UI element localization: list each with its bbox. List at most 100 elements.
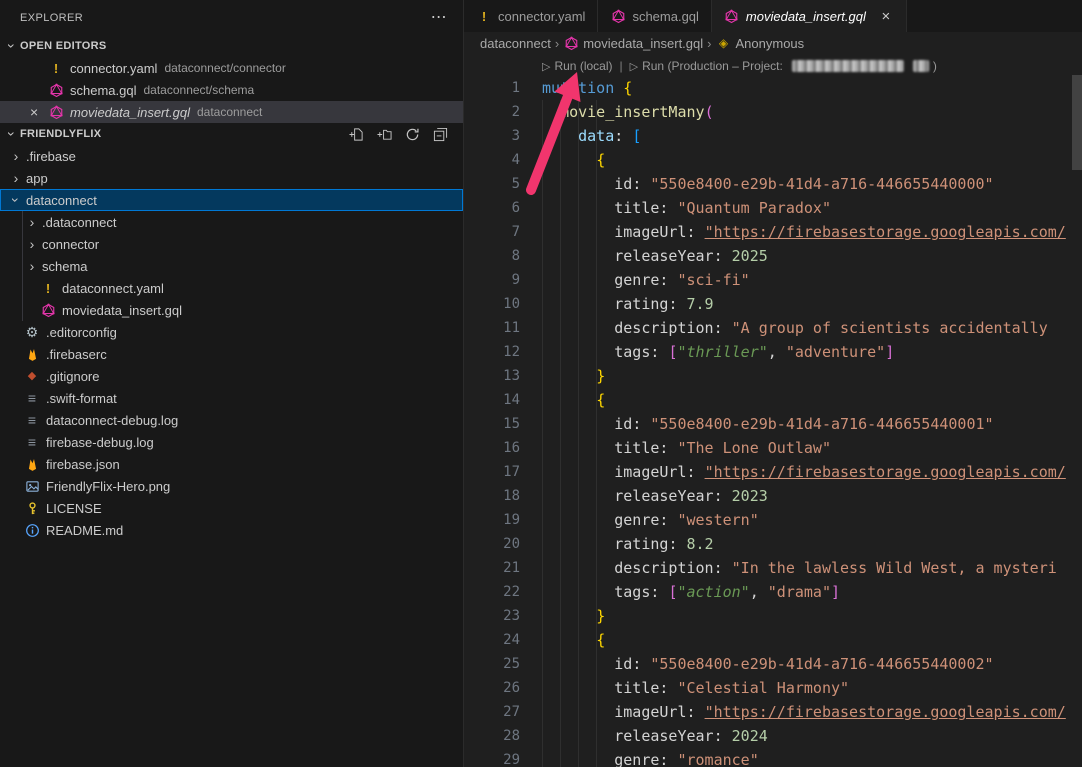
line-number[interactable]: 18 [464, 484, 520, 508]
vscode-window: EXPLORER ⋯ › OPEN EDITORS !connector.yam… [0, 0, 1082, 767]
line-number[interactable]: 21 [464, 556, 520, 580]
line-number[interactable]: 14 [464, 388, 520, 412]
line-number[interactable]: 7 [464, 220, 520, 244]
line-number[interactable]: 5 [464, 172, 520, 196]
tab-connector.yaml[interactable]: !connector.yaml [464, 0, 598, 32]
open-editor-connector.yaml[interactable]: !connector.yamldataconnect/connector [0, 57, 463, 79]
tree-item-moviedata_insert.gql[interactable]: moviedata_insert.gql [0, 299, 463, 321]
code-line-25[interactable]: 25 id: "550e8400-e29b-41d4-a716-44665544… [464, 652, 1082, 676]
code-line-26[interactable]: 26 title: "Celestial Harmony" [464, 676, 1082, 700]
tree-item-README.md[interactable]: README.md [0, 519, 463, 541]
breadcrumb-item-moviedata_insert.gql[interactable]: moviedata_insert.gql [563, 35, 703, 51]
line-number[interactable]: 2 [464, 100, 520, 124]
code-line-8[interactable]: 8 releaseYear: 2025 [464, 244, 1082, 268]
line-number[interactable]: 29 [464, 748, 520, 767]
code-line-7[interactable]: 7 imageUrl: "https://firebasestorage.goo… [464, 220, 1082, 244]
code-line-10[interactable]: 10 rating: 7.9 [464, 292, 1082, 316]
open-editor-schema.gql[interactable]: schema.gqldataconnect/schema [0, 79, 463, 101]
code-line-2[interactable]: 2 movie_insertMany( [464, 100, 1082, 124]
close-editor-icon[interactable]: × [30, 105, 48, 119]
code-line-9[interactable]: 9 genre: "sci-fi" [464, 268, 1082, 292]
tree-item-dataconnect.yaml[interactable]: !dataconnect.yaml [0, 277, 463, 299]
tree-item-dataconnect-debug.log[interactable]: ≡dataconnect-debug.log [0, 409, 463, 431]
code-line-17[interactable]: 17 imageUrl: "https://firebasestorage.go… [464, 460, 1082, 484]
breadcrumb-item-dataconnect[interactable]: dataconnect [480, 36, 551, 51]
breadcrumb-item-Anonymous[interactable]: ◈Anonymous [716, 35, 805, 51]
tree-item-FriendlyFlix-Hero.png[interactable]: FriendlyFlix-Hero.png [0, 475, 463, 497]
line-number[interactable]: 28 [464, 724, 520, 748]
line-number[interactable]: 10 [464, 292, 520, 316]
code-line-19[interactable]: 19 genre: "western" [464, 508, 1082, 532]
line-number[interactable]: 13 [464, 364, 520, 388]
tree-item-.swift-format[interactable]: ≡.swift-format [0, 387, 463, 409]
code-line-15[interactable]: 15 id: "550e8400-e29b-41d4-a716-44665544… [464, 412, 1082, 436]
chevron-down-icon: › [9, 192, 23, 208]
code-line-22[interactable]: 22 tags: ["action", "drama"] [464, 580, 1082, 604]
line-number[interactable]: 3 [464, 124, 520, 148]
tree-item-.gitignore[interactable]: ◆.gitignore [0, 365, 463, 387]
line-number[interactable]: 16 [464, 436, 520, 460]
code-line-14[interactable]: 14 { [464, 388, 1082, 412]
code-line-18[interactable]: 18 releaseYear: 2023 [464, 484, 1082, 508]
tree-item-.firebaserc[interactable]: .firebaserc [0, 343, 463, 365]
tree-item-firebase.json[interactable]: firebase.json [0, 453, 463, 475]
code-line-29[interactable]: 29 genre: "romance" [464, 748, 1082, 767]
open-editor-moviedata_insert.gql[interactable]: ×moviedata_insert.gqldataconnect [0, 101, 463, 123]
tree-item-.dataconnect[interactable]: ›.dataconnect [0, 211, 463, 233]
code-line-21[interactable]: 21 description: "In the lawless Wild Wes… [464, 556, 1082, 580]
code-line-16[interactable]: 16 title: "The Lone Outlaw" [464, 436, 1082, 460]
line-number[interactable]: 22 [464, 580, 520, 604]
line-number[interactable]: 15 [464, 412, 520, 436]
line-number[interactable]: 27 [464, 700, 520, 724]
line-number[interactable]: 8 [464, 244, 520, 268]
line-number[interactable]: 6 [464, 196, 520, 220]
code-line-4[interactable]: 4 { [464, 148, 1082, 172]
line-number[interactable]: 1 [464, 76, 520, 100]
open-editors-header[interactable]: › OPEN EDITORS [0, 35, 463, 57]
more-actions-icon[interactable]: ⋯ [431, 10, 447, 26]
line-number[interactable]: 26 [464, 676, 520, 700]
tree-item-schema[interactable]: ›schema [0, 255, 463, 277]
line-number[interactable]: 20 [464, 532, 520, 556]
tree-item-firebase-debug.log[interactable]: ≡firebase-debug.log [0, 431, 463, 453]
line-number[interactable]: 9 [464, 268, 520, 292]
code-line-28[interactable]: 28 releaseYear: 2024 [464, 724, 1082, 748]
code-line-5[interactable]: 5 id: "550e8400-e29b-41d4-a716-446655440… [464, 172, 1082, 196]
tree-item-LICENSE[interactable]: LICENSE [0, 497, 463, 519]
line-number[interactable]: 12 [464, 340, 520, 364]
tab-moviedata_insert.gql[interactable]: moviedata_insert.gql× [712, 0, 907, 32]
code-line-1[interactable]: 1mutation { [464, 76, 1082, 100]
collapse-all-button[interactable] [431, 125, 449, 143]
workspace-header[interactable]: › FRIENDLYFLIX [0, 123, 463, 145]
code-line-12[interactable]: 12 tags: ["thriller", "adventure"] [464, 340, 1082, 364]
refresh-button[interactable] [403, 125, 421, 143]
line-number[interactable]: 4 [464, 148, 520, 172]
line-number[interactable]: 25 [464, 652, 520, 676]
new-file-button[interactable] [347, 125, 365, 143]
tree-item-dataconnect[interactable]: ›dataconnect [0, 189, 463, 211]
code-line-6[interactable]: 6 title: "Quantum Paradox" [464, 196, 1082, 220]
line-number[interactable]: 24 [464, 628, 520, 652]
line-number[interactable]: 11 [464, 316, 520, 340]
tab-schema.gql[interactable]: schema.gql [598, 0, 711, 32]
tree-item-.firebase[interactable]: ›.firebase [0, 145, 463, 167]
line-number[interactable]: 23 [464, 604, 520, 628]
line-number[interactable]: 19 [464, 508, 520, 532]
code-line-13[interactable]: 13 } [464, 364, 1082, 388]
tree-item-connector[interactable]: ›connector [0, 233, 463, 255]
line-number[interactable]: 17 [464, 460, 520, 484]
run-local-button[interactable]: Run (local) [542, 59, 613, 73]
tree-item-app[interactable]: ›app [0, 167, 463, 189]
new-folder-button[interactable] [375, 125, 393, 143]
code-line-23[interactable]: 23 } [464, 604, 1082, 628]
run-production-button[interactable]: Run (Production – Project: ) [630, 59, 937, 73]
close-tab-icon[interactable]: × [878, 9, 894, 24]
editor-scrollbar[interactable] [1072, 75, 1082, 170]
code-line-11[interactable]: 11 description: "A group of scientists a… [464, 316, 1082, 340]
code-line-24[interactable]: 24 { [464, 628, 1082, 652]
indent-guide [596, 100, 597, 767]
tree-item-.editorconfig[interactable]: ⚙.editorconfig [0, 321, 463, 343]
code-line-20[interactable]: 20 rating: 8.2 [464, 532, 1082, 556]
code-line-3[interactable]: 3 data: [ [464, 124, 1082, 148]
code-line-27[interactable]: 27 imageUrl: "https://firebasestorage.go… [464, 700, 1082, 724]
